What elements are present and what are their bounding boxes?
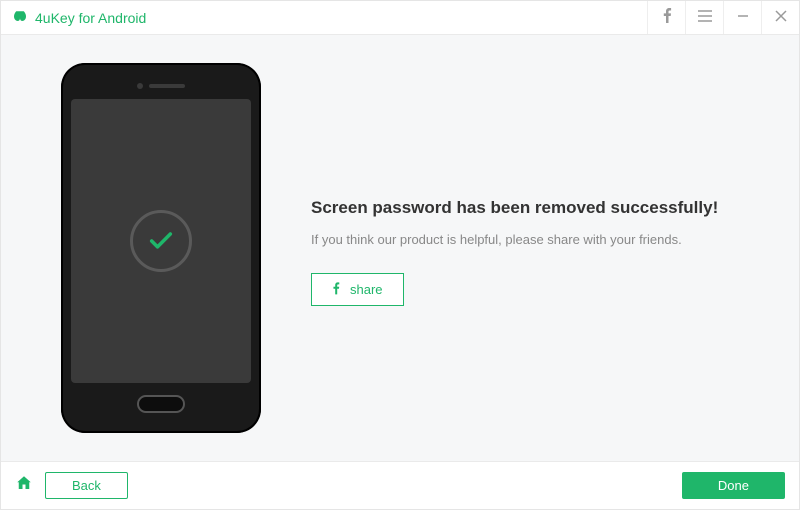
message-panel: Screen password has been removed success… [311, 190, 739, 306]
facebook-icon [332, 281, 340, 298]
done-button[interactable]: Done [682, 472, 785, 499]
phone-top [137, 73, 185, 99]
minimize-button[interactable] [723, 1, 761, 34]
phone-home-button-icon [137, 395, 185, 413]
home-icon [15, 474, 33, 497]
back-button[interactable]: Back [45, 472, 128, 499]
home-button[interactable] [15, 474, 33, 497]
success-subtext: If you think our product is helpful, ple… [311, 232, 739, 247]
app-logo-icon [11, 9, 29, 27]
titlebar: 4uKey for Android [1, 1, 799, 35]
phone-speaker-icon [149, 84, 185, 88]
close-icon [775, 9, 787, 27]
done-button-label: Done [718, 478, 749, 493]
success-check-icon [130, 210, 192, 272]
app-title: 4uKey for Android [35, 10, 146, 26]
content-area: Screen password has been removed success… [1, 35, 799, 461]
share-button[interactable]: share [311, 273, 404, 306]
phone-frame [61, 63, 261, 433]
share-button-label: share [350, 282, 383, 297]
brand: 4uKey for Android [11, 9, 146, 27]
menu-button[interactable] [685, 1, 723, 34]
facebook-icon [662, 7, 672, 28]
footer: Back Done [1, 461, 799, 509]
facebook-button[interactable] [647, 1, 685, 34]
menu-icon [698, 9, 712, 27]
phone-screen [71, 99, 251, 383]
close-button[interactable] [761, 1, 799, 34]
back-button-label: Back [72, 478, 101, 493]
phone-sensor-icon [137, 83, 143, 89]
titlebar-buttons [647, 1, 799, 34]
app-window: 4uKey for Android [0, 0, 800, 510]
minimize-icon [737, 9, 749, 27]
phone-home-area [137, 389, 185, 419]
success-heading: Screen password has been removed success… [311, 198, 739, 218]
phone-illustration [61, 63, 261, 433]
